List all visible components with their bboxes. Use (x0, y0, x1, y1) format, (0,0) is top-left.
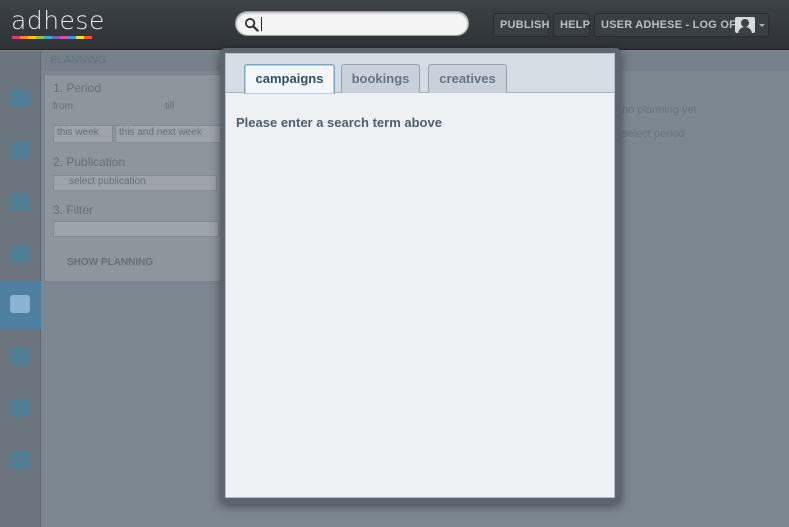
tab-creatives[interactable]: creatives (428, 64, 507, 93)
period-heading: 1. Period (53, 81, 102, 95)
top-bar: adhese PUBLISH HELP USER ADHESE - LOG OF… (0, 0, 789, 50)
sidebar-item-planning[interactable] (0, 281, 41, 329)
logo-color-segment (68, 36, 76, 39)
tab-campaigns[interactable]: campaigns (244, 64, 335, 94)
sidebar-item-publications[interactable] (0, 333, 41, 381)
sidebar-item-tools[interactable] (0, 231, 41, 279)
planning-filter-panel: 1. Period from till this week this and n… (44, 74, 225, 282)
sidebar-item-reports[interactable] (0, 385, 41, 433)
search-results-panel: campaigns bookings creatives Please ente… (225, 53, 615, 498)
tools-icon (10, 245, 30, 263)
from-label: from (53, 101, 73, 112)
sidebar (0, 51, 41, 527)
text-caret (261, 17, 262, 31)
search-icon (244, 17, 259, 32)
this-week-label: this week (57, 127, 99, 138)
logo-color-segment (84, 36, 92, 39)
publish-button[interactable]: PUBLISH (493, 13, 549, 37)
folder-icon (10, 347, 30, 365)
search-box[interactable] (235, 11, 469, 36)
logo-color-segment (28, 36, 36, 39)
grid-icon (10, 399, 30, 417)
status-text: no planning yet (622, 104, 697, 116)
tab-bookings[interactable]: bookings (341, 64, 420, 93)
sidebar-item-campaigns[interactable] (0, 127, 41, 175)
link-icon (10, 451, 30, 469)
logo-color-segment (76, 36, 84, 39)
search-results-popup: campaigns bookings creatives Please ente… (220, 48, 621, 504)
sidebar-item-advertisers[interactable] (0, 179, 41, 227)
hint-text: select period (622, 128, 685, 140)
sidebar-item-dashboard[interactable] (0, 75, 41, 123)
user-logoff-label: USER ADHESE - LOG OFF (601, 19, 743, 31)
chevron-down-icon[interactable] (759, 24, 765, 27)
briefcase-icon (10, 193, 30, 211)
empty-search-message: Please enter a search term above (236, 115, 442, 130)
user-logoff-button[interactable]: USER ADHESE - LOG OFF (594, 13, 769, 37)
filter-input[interactable] (53, 221, 219, 237)
logo-color-segment (36, 36, 44, 39)
avatar-icon[interactable] (735, 17, 755, 33)
logo-color-segment (12, 36, 20, 39)
search-input[interactable] (260, 15, 460, 33)
search-tabs: campaigns bookings creatives (226, 54, 614, 94)
publication-select-value: select publication (69, 176, 146, 187)
filter-heading: 3. Filter (53, 203, 94, 217)
logo-color-segment (20, 36, 28, 39)
show-planning-button[interactable]: SHOW PLANNING (67, 257, 153, 268)
dashboard-icon (10, 89, 30, 107)
logo-color-bar (12, 36, 92, 39)
megaphone-icon (10, 141, 30, 159)
breadcrumb: PLANNING (50, 54, 107, 66)
publication-heading: 2. Publication (53, 155, 126, 169)
help-button[interactable]: HELP (553, 13, 590, 37)
logo-color-segment (60, 36, 68, 39)
logo-color-segment (52, 36, 60, 39)
logo-color-segment (44, 36, 52, 39)
calendar-icon (10, 295, 30, 313)
sidebar-item-links[interactable] (0, 437, 41, 485)
this-next-week-label: this and next week (119, 127, 202, 138)
app-logo[interactable]: adhese (11, 8, 105, 33)
till-label: till (165, 101, 175, 112)
